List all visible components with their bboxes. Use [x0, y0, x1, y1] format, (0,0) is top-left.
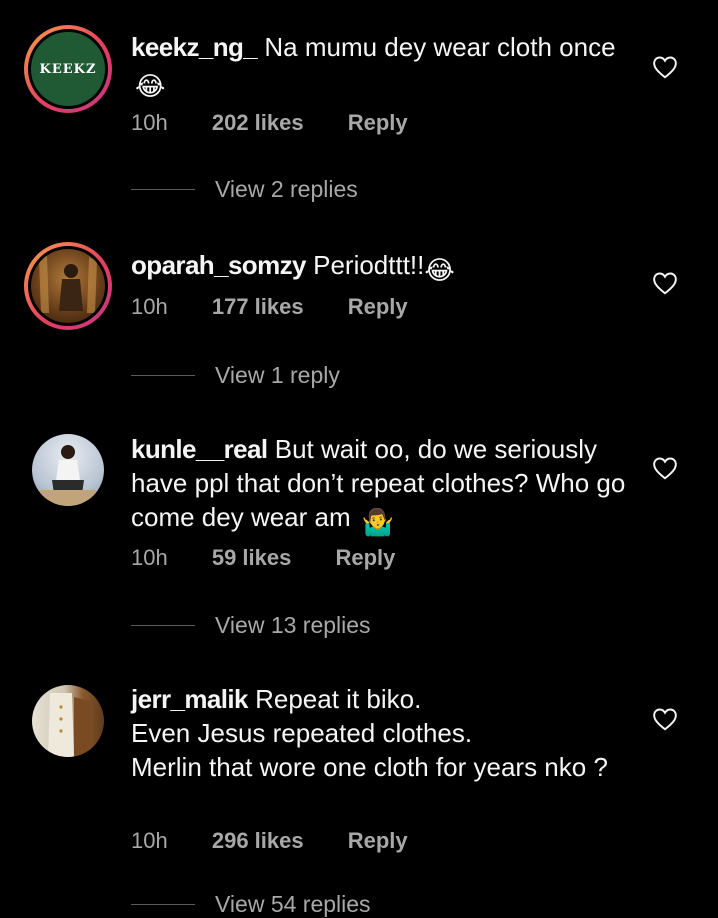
reply-button[interactable]: Reply	[348, 294, 408, 319]
comment-body: Na mumu dey wear cloth once	[264, 32, 616, 62]
likes-count[interactable]: 59 likes	[212, 545, 292, 570]
divider-line	[131, 625, 195, 626]
timestamp: 10h	[131, 110, 168, 135]
view-replies-button[interactable]: View 2 replies	[131, 176, 358, 203]
avatar[interactable]	[32, 685, 104, 757]
comment-text: keekz_ng_ Na mumu dey wear cloth once 😂	[131, 30, 636, 103]
heart-icon[interactable]	[652, 707, 678, 731]
reply-button[interactable]: Reply	[335, 545, 395, 570]
username[interactable]: oparah_somzy	[131, 250, 306, 280]
reply-button[interactable]: Reply	[348, 828, 408, 853]
comment-body-line-3: Merlin that wore one cloth for years nko…	[131, 752, 608, 782]
comment-text: kunle__real But wait oo, do we seriously…	[131, 432, 636, 539]
shrug-emoji: 🤷‍♂️	[361, 507, 395, 537]
heart-icon[interactable]	[652, 456, 678, 480]
laughing-emoji: 😂	[424, 255, 455, 285]
view-replies-label: View 54 replies	[215, 891, 371, 917]
avatar[interactable]	[32, 434, 104, 506]
heart-icon[interactable]	[652, 55, 678, 79]
comment-meta: 10h 296 likes Reply	[131, 828, 446, 854]
view-replies-button[interactable]: View 54 replies	[131, 891, 371, 918]
likes-count[interactable]: 202 likes	[212, 110, 304, 135]
avatar-logo-text: KEEKZ	[39, 61, 97, 77]
timestamp: 10h	[131, 294, 168, 319]
comment-body-line-2: Even Jesus repeated clothes.	[131, 718, 473, 748]
comment-meta: 10h 202 likes Reply	[131, 110, 446, 136]
timestamp: 10h	[131, 828, 168, 853]
view-replies-label: View 13 replies	[215, 612, 371, 638]
likes-count[interactable]: 296 likes	[212, 828, 304, 853]
comment-body: Repeat it biko.	[255, 684, 422, 714]
comment-meta: 10h 59 likes Reply	[131, 545, 433, 571]
likes-count[interactable]: 177 likes	[212, 294, 304, 319]
view-replies-label: View 2 replies	[215, 176, 358, 202]
reply-button[interactable]: Reply	[348, 110, 408, 135]
timestamp: 10h	[131, 545, 168, 570]
username[interactable]: jerr_malik	[131, 684, 248, 714]
avatar[interactable]	[24, 242, 112, 330]
heart-icon[interactable]	[652, 271, 678, 295]
comment-text: oparah_somzy Periodttt!!😂	[131, 248, 636, 287]
avatar-photo	[40, 445, 96, 506]
view-replies-button[interactable]: View 13 replies	[131, 612, 371, 639]
avatar-photo	[39, 255, 97, 313]
view-replies-label: View 1 reply	[215, 362, 340, 388]
divider-line	[131, 189, 195, 190]
comment-text: jerr_malik Repeat it biko. Even Jesus re…	[131, 682, 636, 784]
avatar[interactable]: KEEKZ	[24, 25, 112, 113]
avatar-photo	[48, 693, 92, 757]
comment-body: Periodttt!!	[313, 250, 425, 280]
username[interactable]: kunle__real	[131, 434, 268, 464]
username[interactable]: keekz_ng_	[131, 32, 258, 62]
view-replies-button[interactable]: View 1 reply	[131, 362, 340, 389]
comment-meta: 10h 177 likes Reply	[131, 294, 446, 320]
laughing-emoji: 😂	[135, 71, 166, 101]
divider-line	[131, 375, 195, 376]
divider-line	[131, 904, 195, 905]
